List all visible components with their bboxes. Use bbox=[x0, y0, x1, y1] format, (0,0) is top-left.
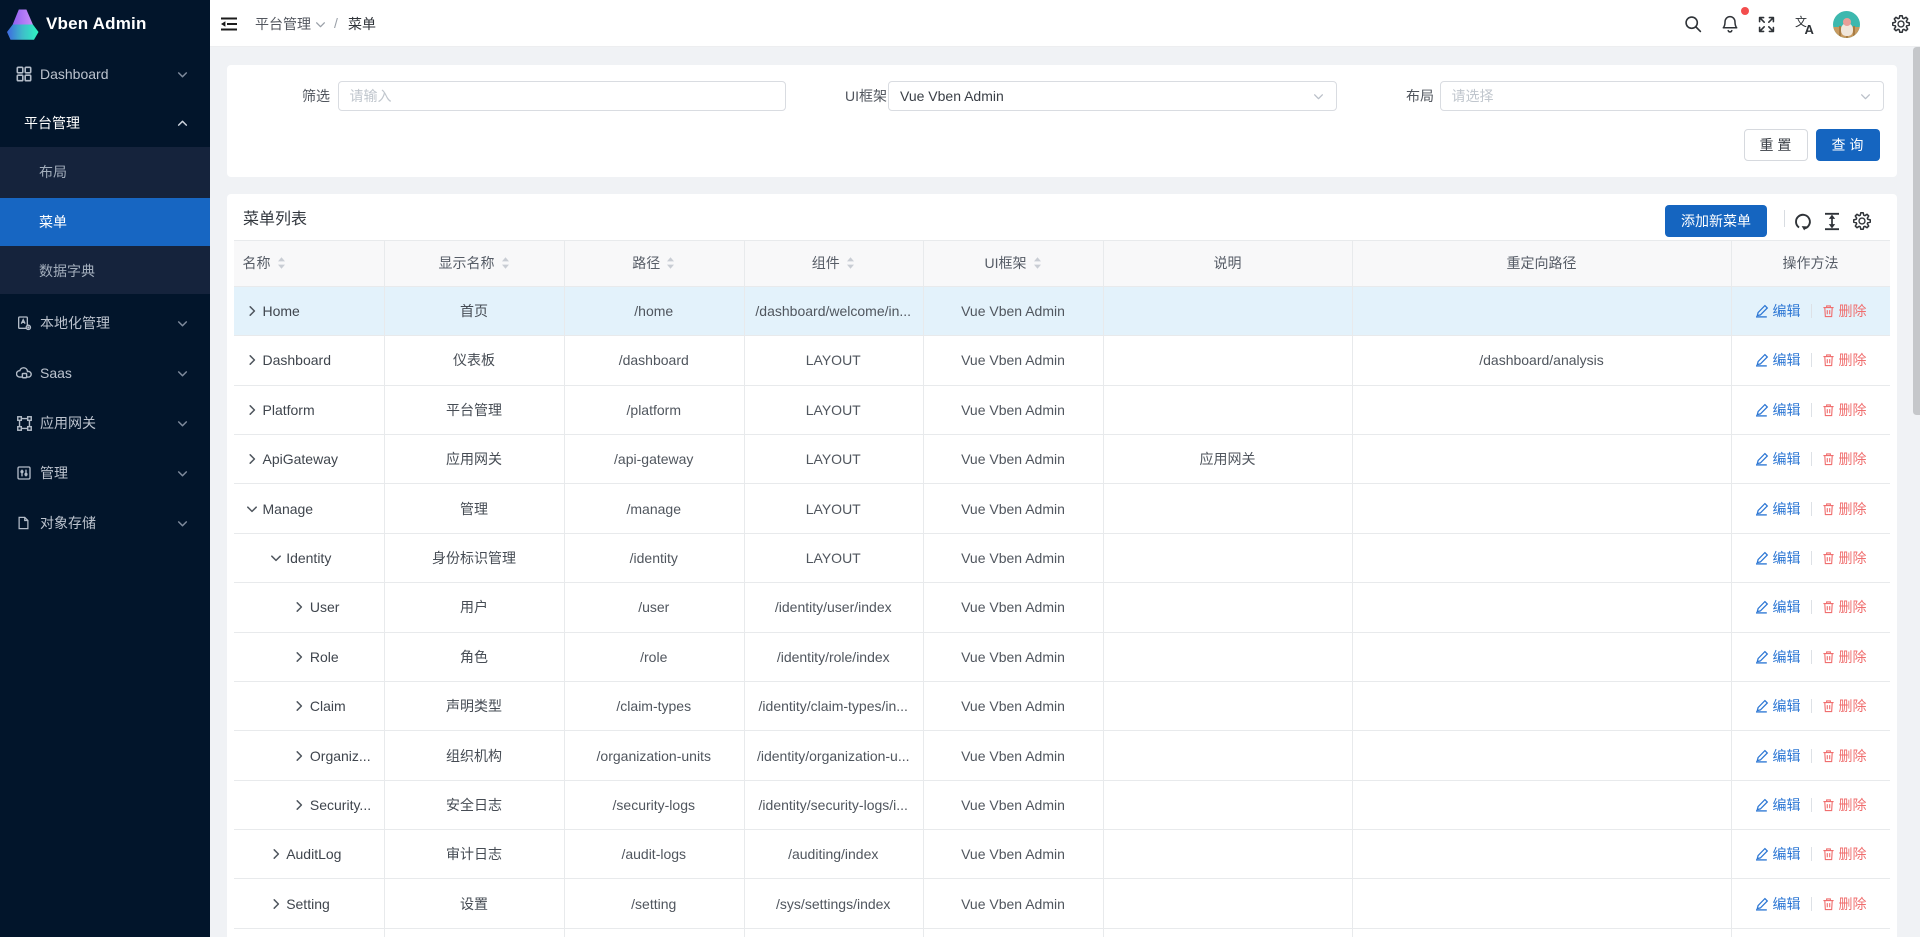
svg-text:A: A bbox=[1805, 22, 1815, 35]
